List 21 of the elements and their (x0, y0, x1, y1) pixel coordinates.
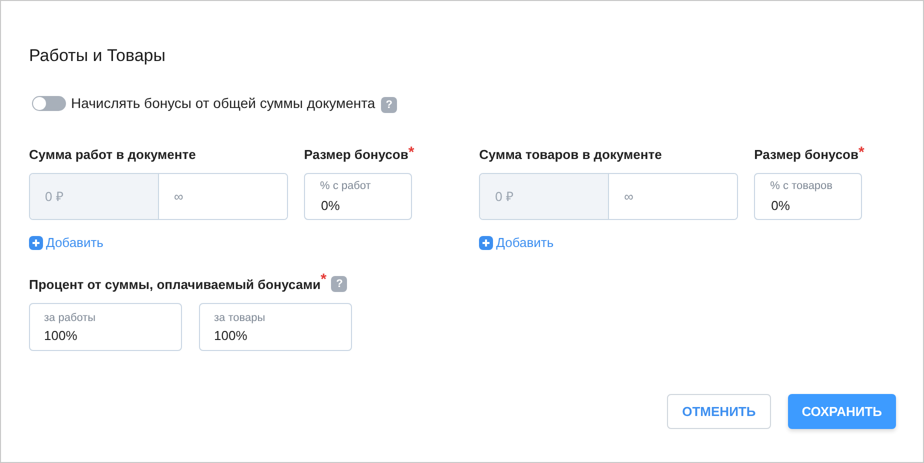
bonus-field[interactable]: % с работ 0% (304, 173, 412, 220)
percent-field[interactable]: за товары 100% (199, 303, 352, 351)
help-icon[interactable]: ? (331, 276, 348, 292)
toggle-switch[interactable] (32, 96, 66, 111)
section-title: Работы и Товары (29, 45, 166, 67)
bonus-label: Размер бонусов (754, 146, 858, 164)
plus-icon (29, 236, 43, 250)
toggle-label: Начислять бонусы от общей суммы документа (71, 94, 376, 113)
plus-icon (479, 236, 494, 250)
bonus-label: Размер бонусов (304, 146, 408, 164)
required-mark: * (408, 146, 414, 163)
add-link[interactable]: Добавить (29, 233, 288, 252)
save-button[interactable]: СОХРАНИТЬ (788, 394, 896, 429)
range-label: Сумма товаров в документе (479, 146, 663, 164)
help-icon[interactable]: ? (381, 97, 398, 113)
bonus-field[interactable]: % с товаров 0% (754, 173, 862, 220)
cancel-button[interactable]: ОТМЕНИТЬ (667, 394, 771, 429)
range-label: Сумма работ в документе (29, 146, 197, 164)
percent-field[interactable]: за работы 100% (29, 303, 182, 351)
required-mark: * (858, 146, 864, 163)
add-link[interactable]: Добавить (479, 233, 738, 252)
